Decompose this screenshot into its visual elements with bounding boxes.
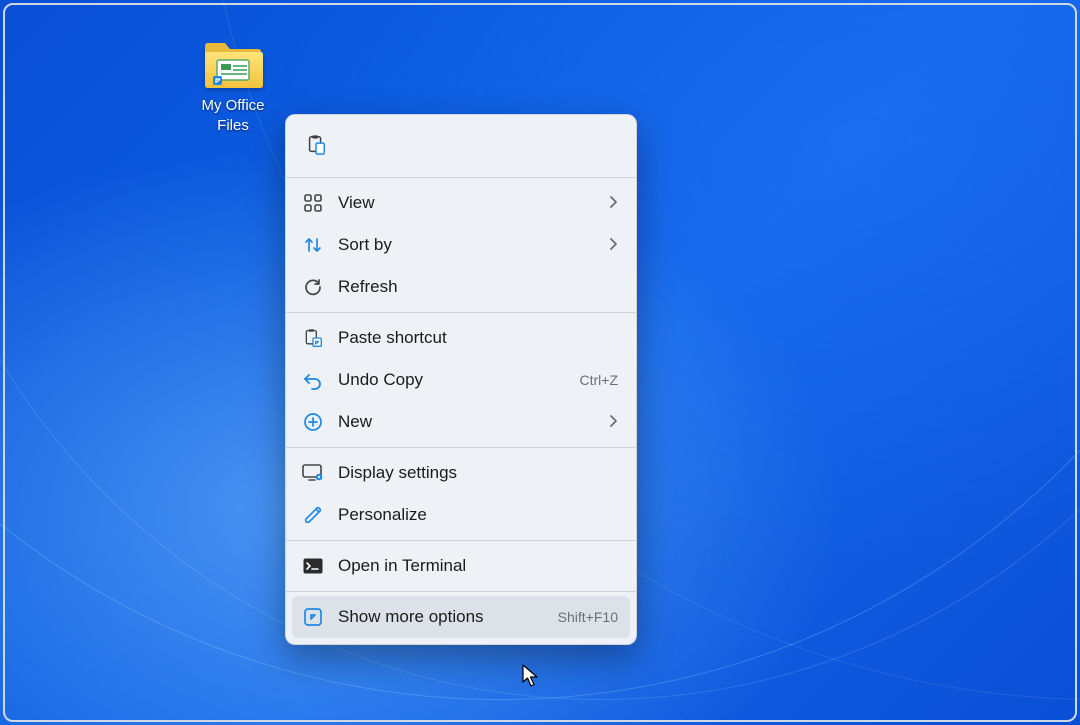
desktop-icon-label: My Office Files bbox=[185, 96, 281, 135]
menu-item-label: Display settings bbox=[338, 463, 618, 483]
folder-icon bbox=[203, 40, 263, 90]
menu-item-label: View bbox=[338, 193, 598, 213]
menu-item-label: Open in Terminal bbox=[338, 556, 618, 576]
desktop-icon-my-office-files[interactable]: My Office Files bbox=[185, 40, 281, 135]
menu-item-label: Sort by bbox=[338, 235, 598, 255]
personalize-icon bbox=[302, 504, 324, 526]
menu-item-new[interactable]: New bbox=[292, 401, 630, 443]
menu-item-open-in-terminal[interactable]: Open in Terminal bbox=[292, 545, 630, 587]
menu-item-show-more-options[interactable]: Show more options Shift+F10 bbox=[292, 596, 630, 638]
chevron-right-icon bbox=[608, 414, 618, 430]
menu-item-paste-shortcut[interactable]: Paste shortcut bbox=[292, 317, 630, 359]
chevron-right-icon bbox=[608, 195, 618, 211]
paste-shortcut-icon bbox=[302, 327, 324, 349]
terminal-icon bbox=[302, 555, 324, 577]
menu-item-label: Undo Copy bbox=[338, 370, 570, 390]
menu-item-refresh[interactable]: Refresh bbox=[292, 266, 630, 308]
chevron-right-icon bbox=[608, 237, 618, 253]
menu-item-personalize[interactable]: Personalize bbox=[292, 494, 630, 536]
menu-item-view[interactable]: View bbox=[292, 182, 630, 224]
expand-icon bbox=[302, 606, 324, 628]
clipboard-paste-icon bbox=[305, 134, 327, 156]
menu-item-label: Paste shortcut bbox=[338, 328, 618, 348]
mouse-cursor-icon bbox=[522, 664, 540, 688]
display-settings-icon bbox=[302, 462, 324, 484]
undo-icon bbox=[302, 369, 324, 391]
menu-item-sort-by[interactable]: Sort by bbox=[292, 224, 630, 266]
menu-item-shortcut: Ctrl+Z bbox=[580, 372, 619, 388]
grid-icon bbox=[302, 192, 324, 214]
paste-button[interactable] bbox=[298, 127, 334, 163]
context-menu-quick-actions bbox=[292, 121, 630, 173]
menu-item-label: New bbox=[338, 412, 598, 432]
desktop-context-menu: View Sort by Refresh Paste shortcut Undo… bbox=[285, 114, 637, 645]
menu-item-label: Show more options bbox=[338, 607, 548, 627]
menu-item-display-settings[interactable]: Display settings bbox=[292, 452, 630, 494]
menu-item-shortcut: Shift+F10 bbox=[558, 609, 618, 625]
menu-item-label: Personalize bbox=[338, 505, 618, 525]
sort-icon bbox=[302, 234, 324, 256]
menu-item-undo-copy[interactable]: Undo Copy Ctrl+Z bbox=[292, 359, 630, 401]
menu-item-label: Refresh bbox=[338, 277, 618, 297]
plus-circle-icon bbox=[302, 411, 324, 433]
refresh-icon bbox=[302, 276, 324, 298]
